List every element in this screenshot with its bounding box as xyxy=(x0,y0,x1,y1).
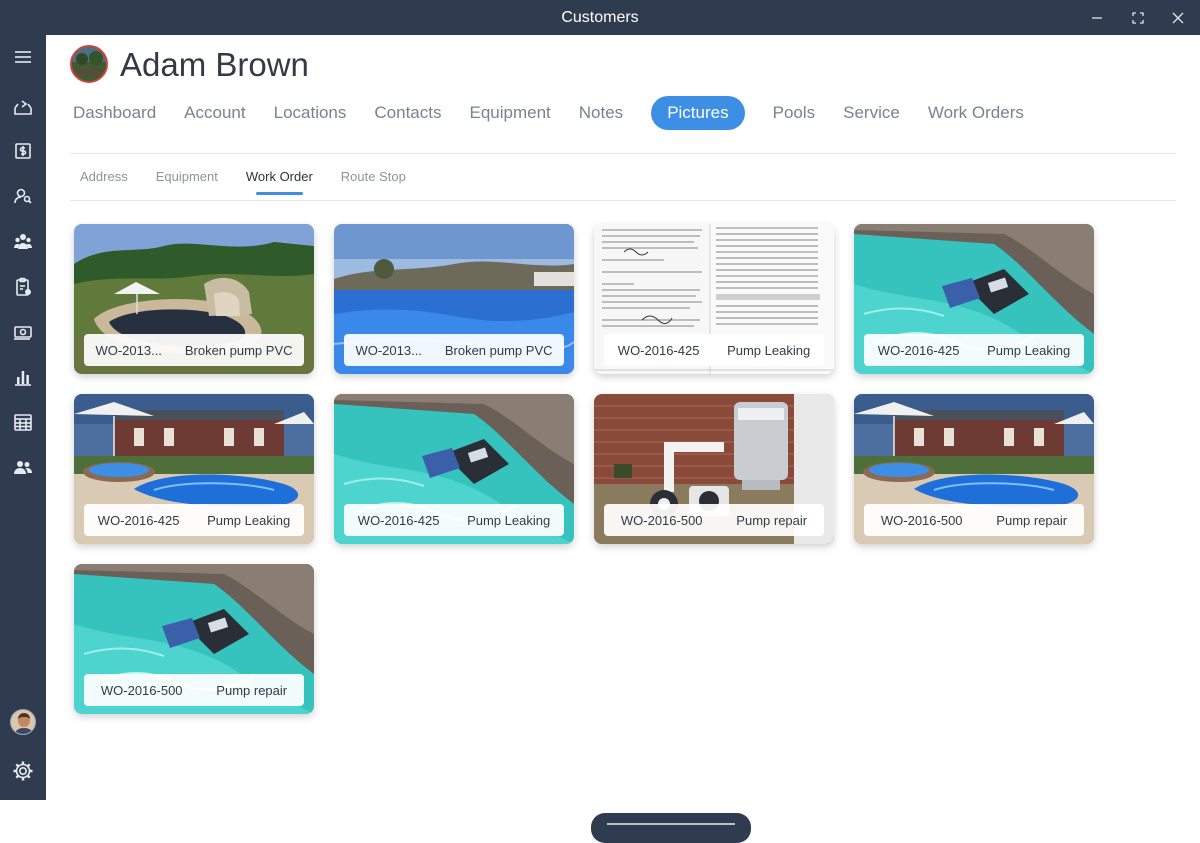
picture-caption: WO-2016-500 Pump repair xyxy=(604,504,824,536)
sidebar-item-customers[interactable] xyxy=(8,181,38,211)
inbox-icon xyxy=(14,100,32,115)
calendar-icon xyxy=(14,414,32,431)
tab-notes[interactable]: Notes xyxy=(579,96,623,130)
payment-icon xyxy=(14,326,32,340)
picture-work-order: WO-2016-500 xyxy=(100,682,183,698)
picture-description: Pump Leaking xyxy=(987,342,1071,358)
settings-icon xyxy=(13,761,33,781)
sidebar-item-inbox[interactable] xyxy=(8,92,38,122)
main-content: Adam Brown Dashboard Account Locations C… xyxy=(46,35,1200,843)
tab-dashboard[interactable]: Dashboard xyxy=(73,96,156,130)
billing-icon xyxy=(15,143,31,159)
subtab-address[interactable]: Address xyxy=(80,167,128,187)
picture-caption: WO-2016-425 Pump Leaking xyxy=(604,334,824,366)
picture-work-order: WO-2016-425 xyxy=(617,342,700,358)
close-icon xyxy=(1172,12,1184,23)
picture-card[interactable]: WO-2016-500 Pump repair xyxy=(74,564,314,714)
picture-card[interactable]: WO-2016-425 Pump Leaking xyxy=(854,224,1094,374)
main-tabs: Dashboard Account Locations Contacts Equ… xyxy=(73,96,1052,130)
reports-icon xyxy=(15,371,31,386)
picture-card[interactable]: WO-2016-425 Pump Leaking xyxy=(594,224,834,374)
subtab-route-stop[interactable]: Route Stop xyxy=(341,167,406,187)
close-button[interactable] xyxy=(1158,0,1198,35)
picture-caption: WO-2016-500 Pump repair xyxy=(864,504,1084,536)
picture-caption: WO-2016-425 Pump Leaking xyxy=(84,504,304,536)
picture-card[interactable]: WO-2013... Broken pump PVC xyxy=(74,224,314,374)
picture-description: Pump Leaking xyxy=(467,512,551,528)
picture-description: Pump repair xyxy=(216,682,288,698)
tab-work-orders[interactable]: Work Orders xyxy=(928,96,1024,130)
tab-contacts[interactable]: Contacts xyxy=(374,96,441,130)
picture-description: Pump repair xyxy=(736,512,808,528)
tab-locations[interactable]: Locations xyxy=(274,96,347,130)
sidebar-item-team[interactable] xyxy=(8,226,38,256)
picture-caption: WO-2016-425 Pump Leaking xyxy=(344,504,564,536)
team-icon xyxy=(14,234,32,249)
users-icon xyxy=(14,461,32,474)
picture-work-order: WO-2016-500 xyxy=(880,512,963,528)
settings-button[interactable] xyxy=(8,756,38,786)
picture-caption: WO-2016-500 Pump repair xyxy=(84,674,304,706)
picture-card[interactable]: WO-2016-500 Pump repair xyxy=(854,394,1094,544)
tab-equipment[interactable]: Equipment xyxy=(469,96,550,130)
tab-pictures[interactable]: Pictures xyxy=(651,96,745,130)
subtabs-divider xyxy=(70,200,1176,201)
picture-work-order: WO-2016-425 xyxy=(357,512,440,528)
menu-icon xyxy=(15,51,31,63)
picture-caption: WO-2013... Broken pump PVC xyxy=(344,334,564,366)
window-title: Customers xyxy=(561,9,639,26)
subtab-work-order[interactable]: Work Order xyxy=(246,167,313,195)
picture-caption: WO-2013... Broken pump PVC xyxy=(84,334,304,366)
customer-name: Adam Brown xyxy=(120,46,309,83)
sidebar-item-payments[interactable] xyxy=(8,317,38,347)
picture-card[interactable]: WO-2016-425 Pump Leaking xyxy=(334,394,574,544)
picture-caption: WO-2016-425 Pump Leaking xyxy=(864,334,1084,366)
picture-subtabs: Address Equipment Work Order Route Stop xyxy=(80,167,434,195)
sidebar-item-billing[interactable] xyxy=(8,136,38,166)
user-photo xyxy=(11,710,35,734)
picture-work-order: WO-2016-425 xyxy=(97,512,180,528)
menu-button[interactable] xyxy=(8,42,38,72)
user-avatar[interactable] xyxy=(10,709,36,735)
sidebar-item-reports[interactable] xyxy=(8,362,38,392)
sidebar-item-users[interactable] xyxy=(8,452,38,482)
customer-search-icon xyxy=(14,188,32,204)
tab-pools[interactable]: Pools xyxy=(773,96,816,130)
picture-description: Broken pump PVC xyxy=(184,342,293,358)
picture-work-order: WO-2016-425 xyxy=(877,342,960,358)
picture-description: Broken pump PVC xyxy=(444,342,553,358)
sidebar-item-clipboard[interactable] xyxy=(8,272,38,302)
fullscreen-icon xyxy=(1132,11,1144,24)
picture-card[interactable]: WO-2016-425 Pump Leaking xyxy=(74,394,314,544)
customer-photo xyxy=(72,47,106,81)
picture-work-order: WO-2016-500 xyxy=(620,512,703,528)
maximize-button[interactable] xyxy=(1118,0,1158,35)
tab-account[interactable]: Account xyxy=(184,96,245,130)
customer-avatar xyxy=(70,45,108,83)
minimize-icon xyxy=(1092,16,1102,19)
subtab-equipment[interactable]: Equipment xyxy=(156,167,218,187)
picture-description: Pump Leaking xyxy=(207,512,291,528)
minimize-button[interactable] xyxy=(1077,0,1117,35)
picture-card[interactable]: WO-2013... Broken pump PVC xyxy=(334,224,574,374)
title-bar: Customers xyxy=(0,0,1200,35)
sidebar xyxy=(0,35,46,800)
picture-card[interactable]: WO-2016-500 Pump repair xyxy=(594,394,834,544)
picture-work-order: WO-2013... xyxy=(95,342,162,358)
picture-description: Pump repair xyxy=(996,512,1068,528)
picture-description: Pump Leaking xyxy=(727,342,811,358)
tabs-divider xyxy=(70,153,1176,154)
picture-work-order: WO-2013... xyxy=(355,342,422,358)
clipboard-icon xyxy=(16,277,31,296)
sidebar-item-calendar[interactable] xyxy=(8,407,38,437)
tab-service[interactable]: Service xyxy=(843,96,900,130)
bottom-drawer-handle[interactable] xyxy=(591,813,751,843)
